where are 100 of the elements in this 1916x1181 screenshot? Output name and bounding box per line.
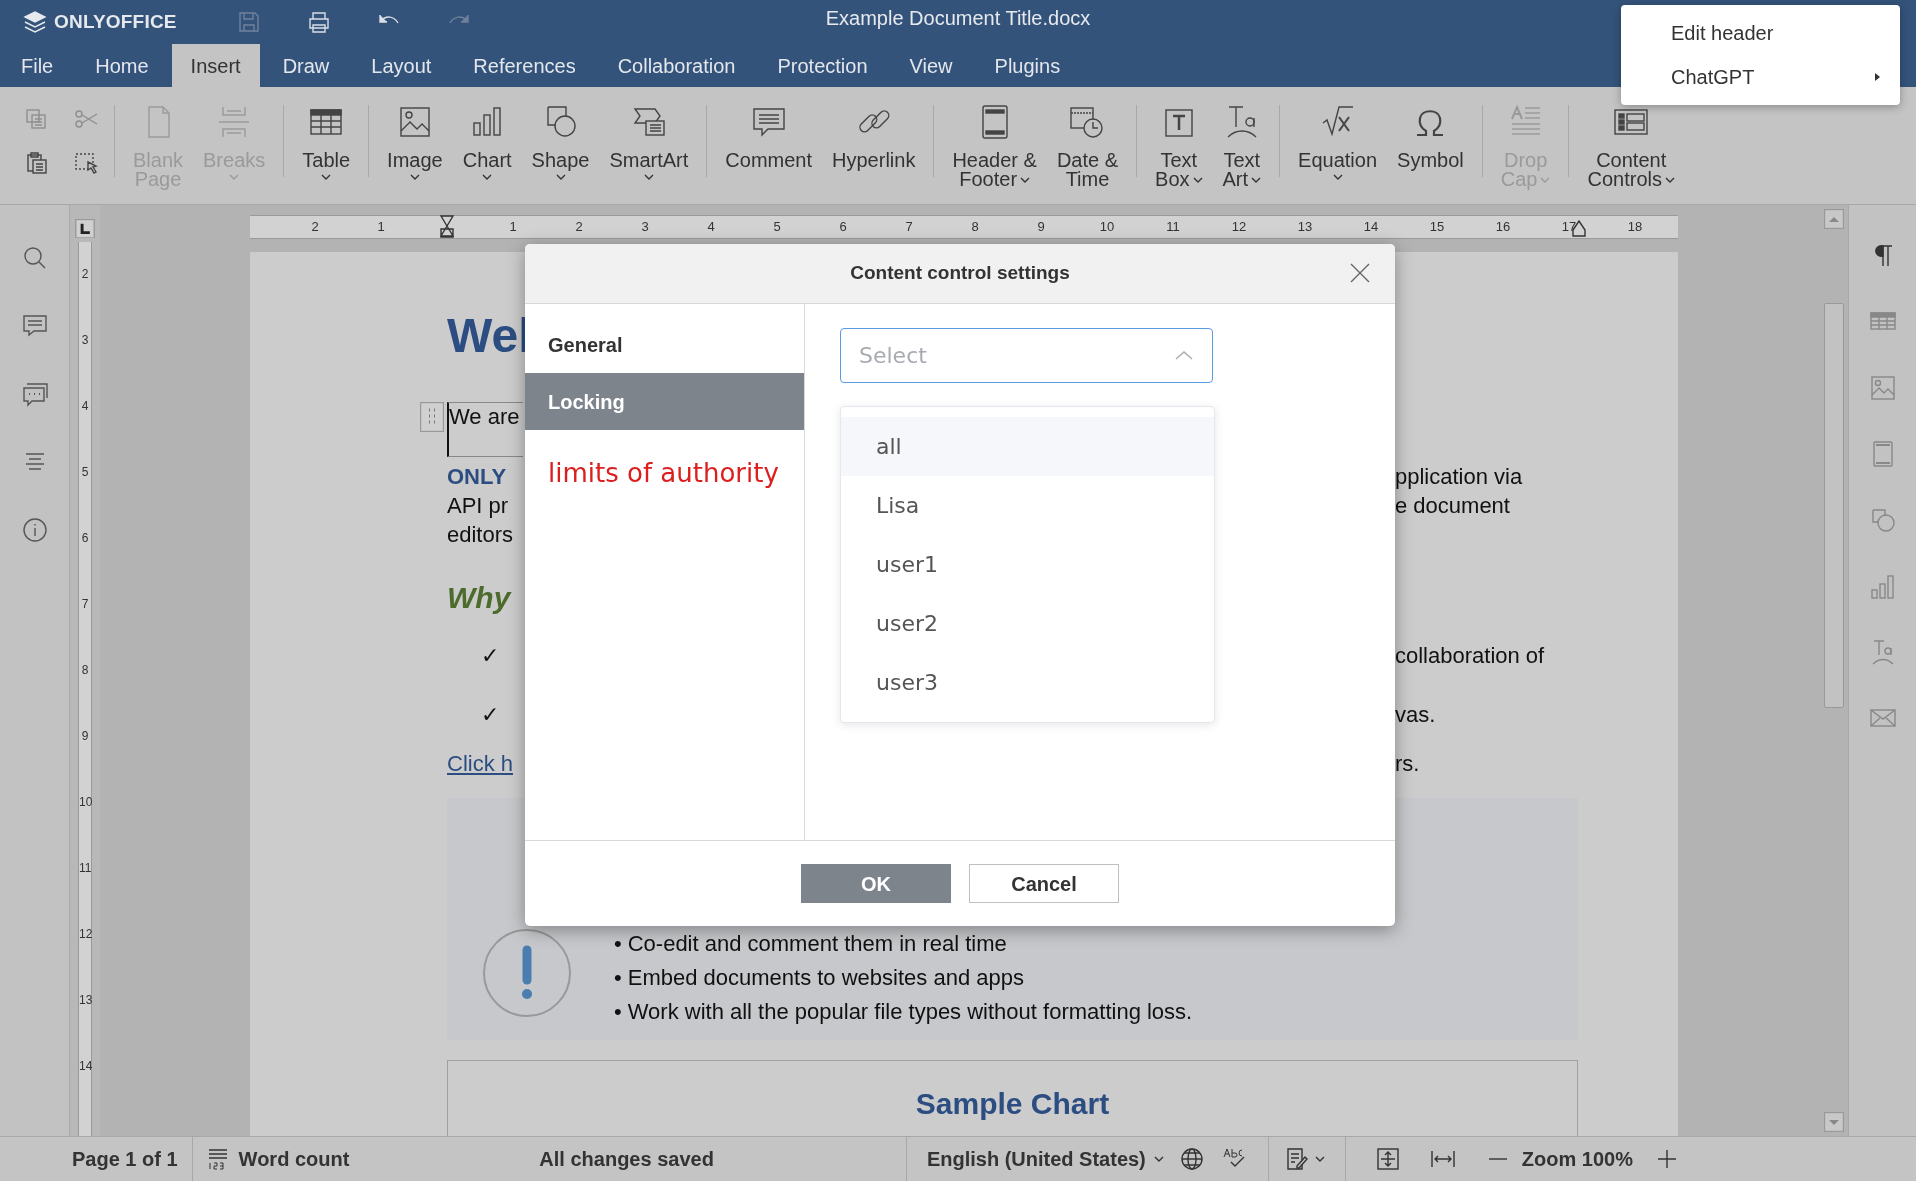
bullet-mark: • xyxy=(614,929,622,958)
drag-handle-icon[interactable] xyxy=(420,402,444,432)
body-text: pplication via xyxy=(1395,463,1523,491)
toolbar-button[interactable]: Hyperlink xyxy=(830,103,918,170)
dropdown-option[interactable]: all xyxy=(841,417,1214,476)
close-icon[interactable] xyxy=(1349,262,1371,284)
print-icon[interactable] xyxy=(306,11,331,33)
check-mark: ✓ xyxy=(480,701,499,729)
ruler-number: 8 xyxy=(970,220,980,234)
search-icon[interactable] xyxy=(21,245,48,271)
dropdown-option[interactable]: user3 xyxy=(841,653,1214,712)
menu-tab[interactable]: Protection xyxy=(758,44,887,87)
vertical-ruler[interactable]: 2 3 4 5 6 7 8 9 10 11 12 13 14 xyxy=(78,242,92,1136)
tab-stop-icon[interactable] xyxy=(75,219,95,239)
word-count-icon xyxy=(206,1147,229,1171)
toolbar-button[interactable]: Equation xyxy=(1296,103,1380,181)
toolbar-button[interactable]: Chart xyxy=(460,103,514,181)
section-heading: Why xyxy=(447,580,511,616)
globe-icon[interactable] xyxy=(1179,1147,1204,1171)
ok-button[interactable]: OK xyxy=(801,864,951,903)
shapes-icon[interactable] xyxy=(1869,507,1896,533)
toolbar-button[interactable]: Date & Time xyxy=(1054,103,1121,189)
menu-item[interactable]: ChatGPT xyxy=(1621,55,1900,99)
ruler-number: 3 xyxy=(80,334,90,347)
scrollbar-thumb[interactable] xyxy=(1824,303,1844,708)
ruler-number: 17 xyxy=(1560,220,1578,234)
dropdown-option[interactable]: user1 xyxy=(841,535,1214,594)
toolbar-button[interactable]: Image xyxy=(385,103,445,181)
toolbar-button[interactable]: Header & Footer xyxy=(950,103,1039,189)
ruler-number: 11 xyxy=(79,862,91,875)
horizontal-ruler[interactable]: 2 1 1 2 3 4 5 6 7 8 9 10 11 12 13 14 15 16 17 18 xyxy=(250,215,1678,239)
image-icon[interactable] xyxy=(1869,375,1896,401)
menu-tab[interactable]: Draw xyxy=(263,44,349,87)
toolbar-button[interactable]: Comment xyxy=(723,103,815,170)
ruler-number: 5 xyxy=(772,220,782,234)
toolbar-button[interactable]: SmartArt xyxy=(607,103,691,181)
ruler-number: 4 xyxy=(80,400,90,413)
ruler-number: 12 xyxy=(1230,220,1248,234)
menu-tab[interactable]: Collaboration xyxy=(598,44,755,87)
scroll-down-icon[interactable] xyxy=(1824,1112,1844,1132)
content-control: We are xyxy=(447,402,523,457)
fit-page-icon[interactable] xyxy=(1375,1147,1400,1171)
bullet-text: Co-edit and comment them in real time xyxy=(627,929,1007,958)
ruler-number: 11 xyxy=(1165,220,1181,234)
ruler-number: 5 xyxy=(80,466,90,479)
body-text: editors xyxy=(447,521,514,549)
ruler-number: 10 xyxy=(1098,220,1116,234)
chart-title: Sample Chart xyxy=(915,1086,1110,1121)
menu-tab[interactable]: References xyxy=(454,44,595,87)
toolbar-button[interactable]: Symbol xyxy=(1395,103,1466,181)
document-title: Example Document Title.docx xyxy=(825,7,1091,29)
toolbar-button[interactable]: Content Controls xyxy=(1585,103,1677,189)
save-status: All changes saved xyxy=(539,1147,714,1172)
menu-tab[interactable]: View xyxy=(890,44,972,87)
toolbar-button[interactable]: Text Art xyxy=(1220,103,1264,189)
menu-tab[interactable]: File xyxy=(2,44,73,87)
comment-icon[interactable] xyxy=(21,313,48,339)
dropdown-option[interactable]: user2 xyxy=(841,594,1214,653)
ruler-number: 13 xyxy=(79,994,91,1007)
ruler-number: 2 xyxy=(310,220,320,234)
menu-tab[interactable]: Home xyxy=(76,44,168,87)
dropdown-option[interactable]: Lisa xyxy=(841,476,1214,535)
menu-item[interactable]: Edit header xyxy=(1621,11,1900,55)
ruler-number: 8 xyxy=(80,664,90,677)
body-text: vas. xyxy=(1395,701,1436,729)
dialog-nav-item[interactable]: Locking xyxy=(525,373,804,430)
language-selector[interactable]: English (United States) xyxy=(926,1144,1164,1174)
ruler-number: 18 xyxy=(1626,220,1644,234)
exclamation-icon xyxy=(482,928,572,1018)
dialog-title: Content control settings xyxy=(850,261,1070,286)
chat-icon[interactable] xyxy=(21,381,48,407)
ruler-number: 15 xyxy=(1428,220,1446,234)
ruler-number: 6 xyxy=(80,532,90,545)
zoom-level: Zoom 100% xyxy=(1521,1147,1633,1172)
track-changes-button[interactable] xyxy=(1284,1147,1325,1171)
bullet-mark: • xyxy=(614,997,622,1026)
page-indicator: Page 1 of 1 xyxy=(72,1147,178,1172)
body-text: collaboration of xyxy=(1395,642,1545,670)
toolbar-button[interactable]: Table xyxy=(300,103,353,181)
select-icon[interactable] xyxy=(74,151,98,175)
info-icon[interactable] xyxy=(21,517,48,543)
caret-icon xyxy=(1314,1155,1325,1163)
toolbar-button[interactable]: Text Box xyxy=(1153,103,1205,189)
menu-tab[interactable]: Insert xyxy=(171,44,260,87)
indent-marker-icon[interactable] xyxy=(439,215,455,238)
menu-tab[interactable]: Plugins xyxy=(975,44,1080,87)
ruler-number: 2 xyxy=(574,220,584,234)
cancel-button[interactable]: Cancel xyxy=(969,864,1119,903)
ruler-number: 9 xyxy=(1036,220,1046,234)
logo-text: ONLYOFFICE xyxy=(54,9,177,34)
word-count-button[interactable]: Word count xyxy=(206,1144,350,1174)
ruler-number: 16 xyxy=(1494,220,1512,234)
text-art-icon[interactable] xyxy=(1869,639,1896,665)
menu-tab[interactable]: Layout xyxy=(352,44,451,87)
scroll-up-icon[interactable] xyxy=(1824,209,1844,229)
ruler-number: 14 xyxy=(1362,220,1380,234)
dialog-nav-item[interactable]: General xyxy=(525,316,804,373)
paste-icon[interactable] xyxy=(24,151,48,175)
toolbar-button[interactable]: Shape xyxy=(529,103,592,181)
link[interactable]: Click h xyxy=(447,747,513,780)
